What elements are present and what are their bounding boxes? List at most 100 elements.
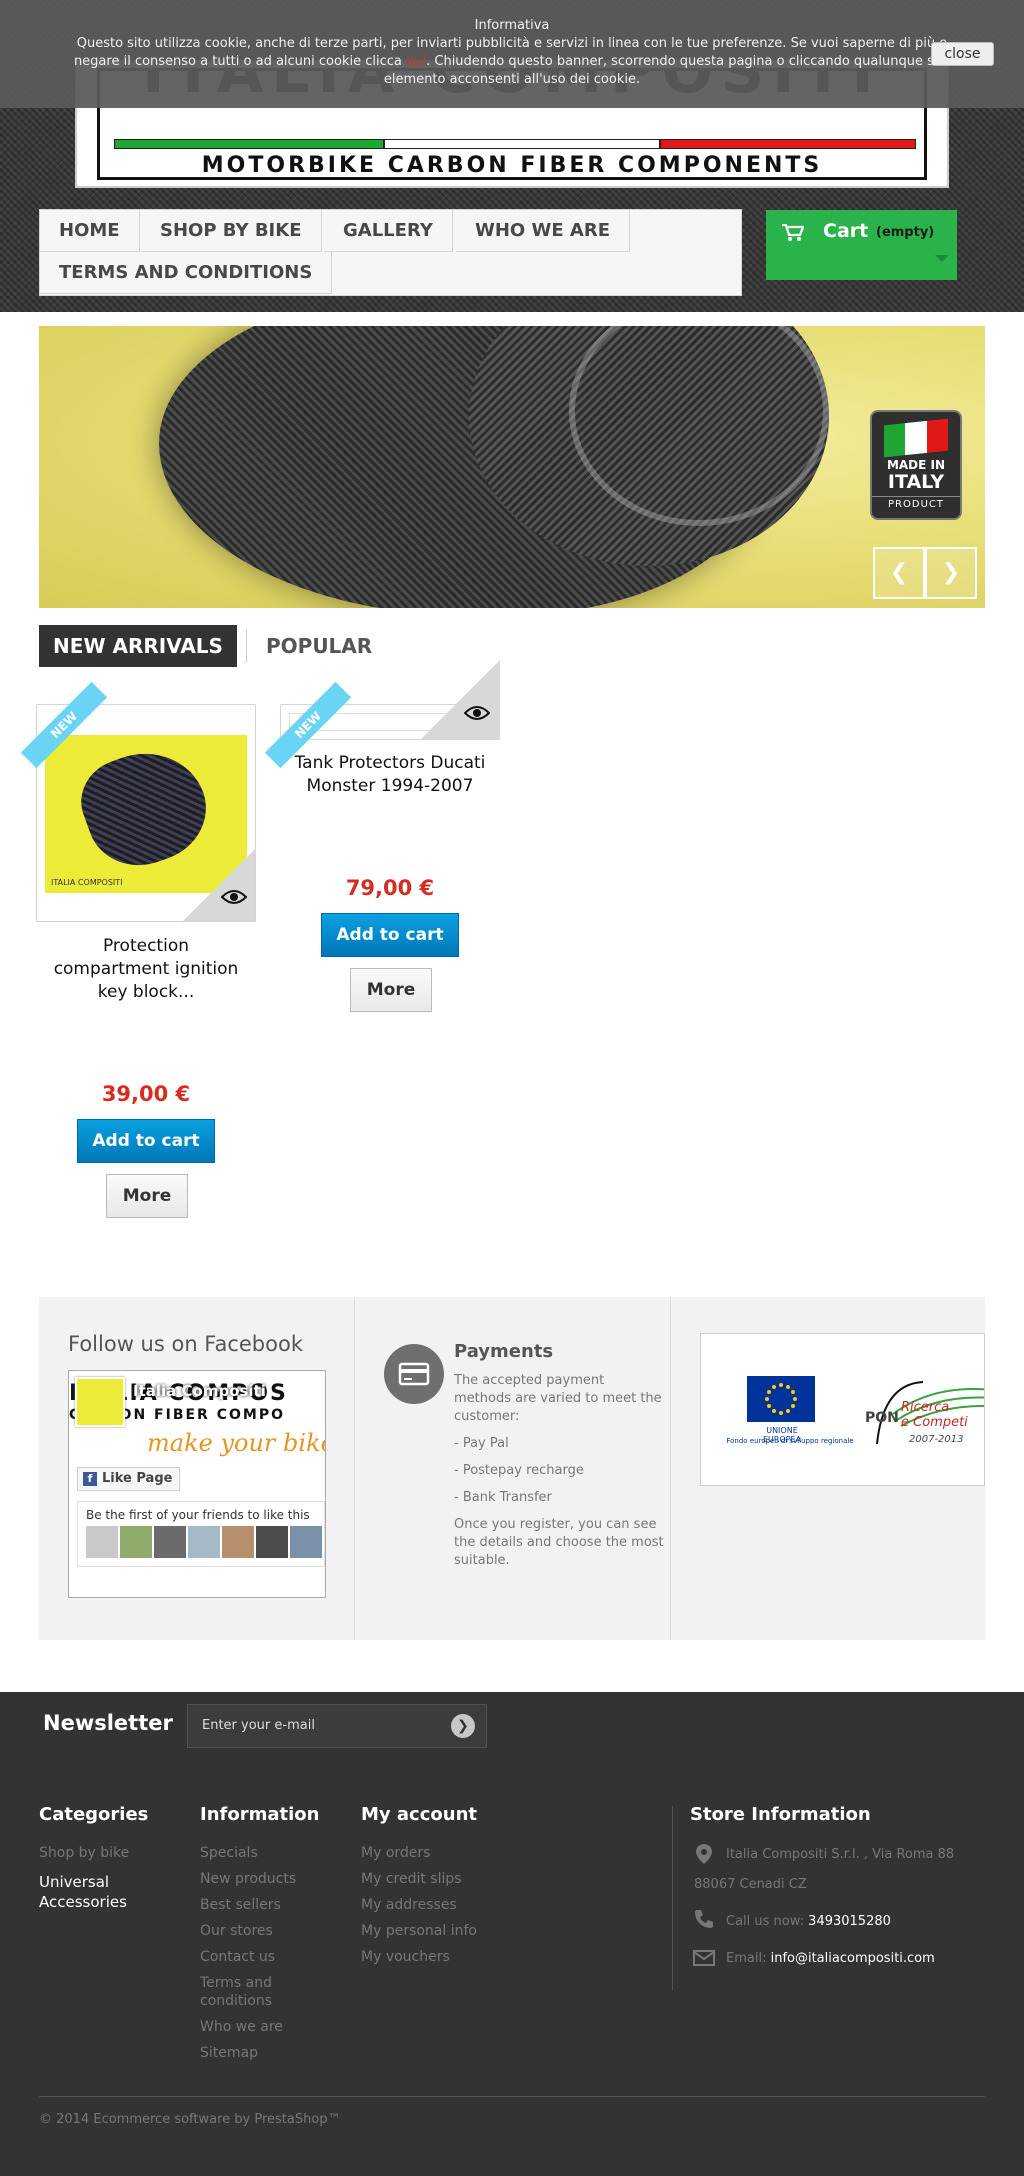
facebook-friends: Be the first of your friends to like thi… [77,1501,325,1567]
footer-link[interactable]: Our stores [200,1918,300,1944]
badge-made-in: MADE IN [886,458,946,472]
cart-label: Cart [823,220,869,242]
footer-link[interactable]: Specials [200,1840,300,1866]
map-marker-icon [696,1844,712,1864]
product-price-2: 79,00 € [345,876,435,900]
footer-categories-links: Shop by bike Universal Accessories [39,1840,159,1912]
competi-text: e Competi [901,1415,968,1430]
newsletter-submit-button[interactable]: ❯ [451,1714,475,1738]
cookie-info-link[interactable]: qui [406,54,426,69]
cookie-close-button[interactable]: close [931,42,994,66]
funding-banner[interactable]: UNIONE EUROPEA Fondo europeo di sviluppo… [700,1333,985,1486]
email-label: Email: [726,1951,771,1966]
homepage-slider[interactable]: MADE IN ITALY PRODUCT ❮ ❯ [39,326,985,608]
add-to-cart-button-2[interactable]: Add to cart [321,913,459,957]
avatar[interactable] [290,1526,322,1558]
photo-brand-label: ITALIA COMPOSITI [51,878,123,887]
column-divider [354,1297,355,1640]
footer-link[interactable]: Terms and conditions [200,1974,300,2010]
menu-item-shop-by-bike[interactable]: SHOP BY BIKE [141,210,322,252]
facebook-cover: ITALIA COMPOS CARBON FIBER COMPO make yo… [69,1371,325,1464]
avatar[interactable] [222,1526,254,1558]
footer-link[interactable]: New products [200,1866,300,1892]
friends-text: Be the first of your friends to like thi… [86,1508,310,1522]
cookie-text-after: . Chiudendo questo banner, scorrendo que… [383,54,951,87]
payment-method: - Postepay recharge [454,1463,584,1478]
made-in-italy-badge: MADE IN ITALY PRODUCT [870,410,962,520]
slider-next-button[interactable]: ❯ [925,547,977,599]
facebook-page-name[interactable]: Italia Compositi [133,1382,266,1400]
facebook-title: Follow us on Facebook [68,1332,303,1356]
avatar[interactable] [154,1526,186,1558]
payments-title: Payments [454,1341,554,1362]
footer-link[interactable]: My credit slips [361,1866,477,1892]
add-to-cart-button-1[interactable]: Add to cart [77,1119,215,1163]
copyright[interactable]: © 2014 Ecommerce software by PrestaShop™ [39,2112,341,2127]
product-name-2[interactable]: Tank Protectors Ducati Monster 1994-2007 [290,752,490,798]
facebook-widget[interactable]: ITALIA COMPOS CARBON FIBER COMPO make yo… [68,1370,326,1598]
chevron-right-icon: ❯ [941,560,961,585]
column-divider [670,1297,671,1640]
pon-label: PON [865,1410,899,1426]
footer-link[interactable]: My personal info [361,1918,477,1944]
payment-method: - Pay Pal [454,1436,509,1451]
footer-link-universal-accessories[interactable]: Universal Accessories [39,1872,159,1912]
cookie-title: Informativa [474,18,550,33]
menu-item-terms[interactable]: TERMS AND CONDITIONS [40,252,333,294]
footer-link[interactable]: My vouchers [361,1944,477,1970]
chevron-down-icon[interactable] [935,255,949,262]
footer-link[interactable]: Shop by bike [39,1840,159,1866]
eye-icon[interactable] [464,705,490,721]
chevron-right-icon: ❯ [457,1718,469,1734]
newsletter-title: Newsletter [43,1711,173,1735]
footer-link[interactable]: Sitemap [200,2040,300,2066]
more-button-1[interactable]: More [106,1174,188,1218]
payments-outro: Once you register, you can see the detai… [454,1517,664,1568]
avatar[interactable] [188,1526,220,1558]
menu-item-gallery[interactable]: GALLERY [324,210,453,252]
cart-block[interactable]: Cart (empty) [766,210,957,280]
newsletter-email-input[interactable]: Enter your e-mail [187,1704,487,1748]
store-email[interactable]: info@italiacompositi.com [771,1951,935,1966]
product-name-1[interactable]: Protection compartment ignition key bloc… [46,935,246,1004]
badge-italy: ITALY [887,471,945,493]
store-phone[interactable]: 3493015280 [808,1914,891,1929]
footer-link[interactable]: My orders [361,1840,477,1866]
footer-information-links: Specials New products Best sellers Our s… [200,1840,300,2066]
cookie-text: Questo sito utilizza cookie, anche di te… [62,35,962,89]
fb-cover-tagline: make your bike [147,1429,326,1457]
slider-prev-button[interactable]: ❮ [873,547,925,599]
logo-stripe-green [114,139,384,149]
footer-link[interactable]: Who we are [200,2014,300,2040]
footer-link[interactable]: My addresses [361,1892,477,1918]
badge-product: PRODUCT [872,496,960,510]
footer-link[interactable]: Contact us [200,1944,300,1970]
avatar[interactable] [75,1377,125,1427]
ricerca-text: Ricerca [901,1400,950,1415]
menu-item-home[interactable]: HOME [40,210,140,252]
more-button-2[interactable]: More [350,968,432,1012]
avatar[interactable] [120,1526,152,1558]
footer-link[interactable]: Best sellers [200,1892,300,1918]
quick-view-corner-2 [420,660,500,740]
cookie-banner: Informativa Questo sito utilizza cookie,… [0,0,1024,108]
tab-popular[interactable]: POPULAR [266,625,372,667]
main-menu: HOME SHOP BY BIKE GALLERY WHO WE ARE TER… [39,209,742,296]
product-price-1: 39,00 € [101,1082,191,1106]
payment-method: - Bank Transfer [454,1490,552,1505]
chevron-left-icon: ❮ [889,560,909,585]
store-phone-row: Call us now: 3493015280 [726,1907,891,1937]
like-page-button[interactable]: f Like Page [77,1467,180,1491]
payments-text: The accepted payment methods are varied … [454,1372,664,1579]
eu-sublabel: Fondo europeo di sviluppo regionale [726,1437,854,1445]
store-address-1: Italia Compositi S.r.l. , Via Roma 88 [726,1847,955,1862]
product-image-1[interactable]: ITALIA COMPOSITI [36,704,256,922]
menu-item-who-we-are[interactable]: WHO WE ARE [456,210,630,252]
eye-icon[interactable] [221,889,247,905]
tab-new-arrivals[interactable]: NEW ARRIVALS [39,625,237,667]
store-address-2: 88067 Cenadi CZ [694,1877,807,1892]
footer-account-title: My account [361,1804,477,1825]
avatar[interactable] [256,1526,288,1558]
avatar[interactable] [86,1526,118,1558]
logo-tagline: MOTORBIKE CARBON FIBER COMPONENTS [201,153,823,178]
